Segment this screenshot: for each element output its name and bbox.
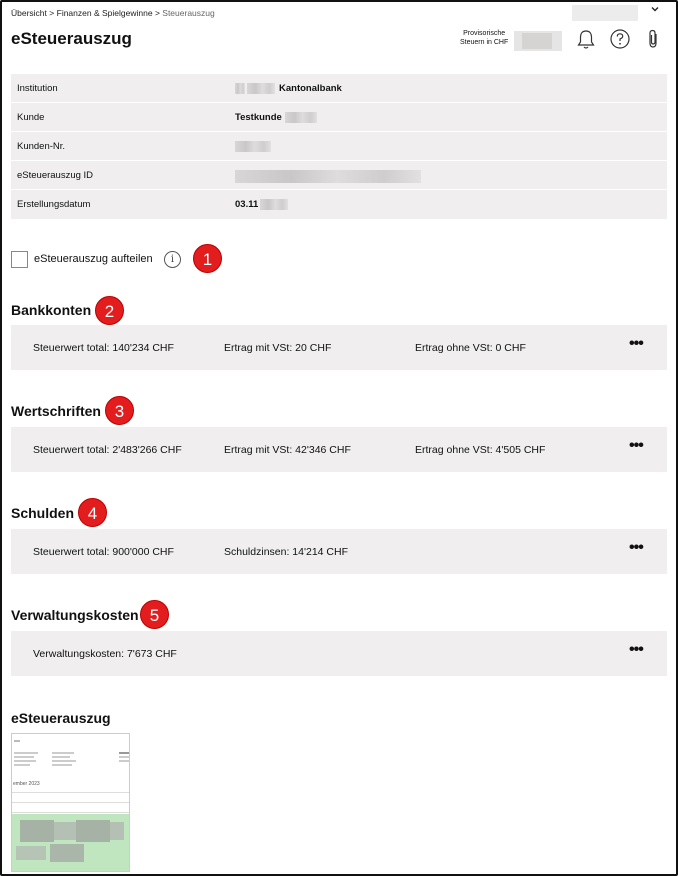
securities-income-without-wht: Ertrag ohne VSt: 4'505 CHF <box>415 444 546 456</box>
page-title: eSteuerauszug <box>11 29 132 48</box>
annotation-badge-5: 5 <box>140 600 169 629</box>
more-options-button[interactable]: ••• <box>629 335 644 353</box>
split-checkbox[interactable] <box>11 251 28 268</box>
details-value <box>235 170 421 183</box>
details-row-creation-date: Erstellungsdatum 03.11 <box>11 190 667 219</box>
document-section-title: eSteuerauszug <box>11 710 111 726</box>
debt-interest: Schuldzinsen: 14'214 CHF <box>224 546 348 558</box>
more-options-button[interactable]: ••• <box>629 437 644 455</box>
securities-income-with-wht: Ertrag mit VSt: 42'346 CHF <box>224 444 351 456</box>
institution-value: Kantonalbank <box>279 83 342 95</box>
chevron-down-icon[interactable] <box>650 4 660 17</box>
provisional-taxes-label: Provisorische Steuern in CHF <box>460 29 508 47</box>
details-row-institution: Institution Kantonalbank <box>11 74 667 103</box>
breadcrumb-separator: > <box>154 8 160 18</box>
more-options-button[interactable]: ••• <box>629 539 644 557</box>
account-dropdown[interactable] <box>572 5 638 21</box>
management-fees-value: Verwaltungskosten: 7'673 CHF <box>33 648 177 660</box>
debts-tax-value: Steuerwert total: 900'000 CHF <box>33 546 174 558</box>
annotation-badge-3: 3 <box>105 396 134 425</box>
breadcrumb-finance[interactable]: Finanzen & Spielgewinne <box>57 8 153 18</box>
details-label: Erstellungsdatum <box>17 199 91 210</box>
more-options-button[interactable]: ••• <box>629 641 644 659</box>
breadcrumb-overview[interactable]: Übersicht <box>11 8 47 18</box>
bank-accounts-summary: Steuerwert total: 140'234 CHF Ertrag mit… <box>11 325 667 370</box>
provisional-taxes-value <box>514 31 562 51</box>
details-value <box>235 141 271 152</box>
bank-income-with-wht: Ertrag mit VSt: 20 CHF <box>224 342 332 354</box>
section-title-securities: Wertschriften <box>11 403 101 419</box>
creation-date-value: 03.11 <box>235 199 259 211</box>
management-fees-summary: Verwaltungskosten: 7'673 CHF ••• <box>11 631 667 676</box>
details-label: eSteuerauszug ID <box>17 170 94 181</box>
details-row-customer-number: Kunden-Nr. <box>11 132 667 161</box>
document-thumbnail-text: ember 2023 <box>13 781 40 787</box>
bank-income-without-wht: Ertrag ohne VSt: 0 CHF <box>415 342 526 354</box>
customer-value: Testkunde <box>235 112 282 124</box>
breadcrumb-current: Steuerauszug <box>162 8 215 18</box>
details-label: Institution <box>17 83 58 94</box>
details-row-customer: Kunde Testkunde <box>11 103 667 132</box>
annotation-badge-4: 4 <box>78 498 107 527</box>
details-label: Kunden-Nr. <box>17 141 66 152</box>
details-table: Institution Kantonalbank Kunde Testkunde… <box>11 74 667 219</box>
securities-tax-value: Steuerwert total: 2'483'266 CHF <box>33 444 182 456</box>
bank-tax-value: Steuerwert total: 140'234 CHF <box>33 342 174 354</box>
prov-line2: Steuern in CHF <box>460 39 509 46</box>
breadcrumb-separator: > <box>49 8 55 18</box>
paperclip-icon[interactable] <box>642 28 664 50</box>
details-label: Kunde <box>17 112 45 123</box>
breadcrumb: Übersicht > Finanzen & Spielgewinne > St… <box>11 8 215 18</box>
bell-icon[interactable] <box>575 28 597 50</box>
debts-summary: Steuerwert total: 900'000 CHF Schuldzins… <box>11 529 667 574</box>
details-value: Testkunde <box>235 112 317 123</box>
details-value: 03.11 <box>235 199 289 211</box>
securities-summary: Steuerwert total: 2'483'266 CHF Ertrag m… <box>11 427 667 472</box>
details-row-statement-id: eSteuerauszug ID <box>11 161 667 190</box>
split-checkbox-label[interactable]: eSteuerauszug aufteilen <box>34 253 153 265</box>
details-value: Kantonalbank <box>235 83 342 94</box>
annotation-badge-1: 1 <box>193 244 222 273</box>
window: Übersicht > Finanzen & Spielgewinne > St… <box>0 0 678 876</box>
document-thumbnail[interactable]: ember 2023 <box>11 733 130 872</box>
help-icon[interactable] <box>609 28 631 50</box>
section-title-management-fees: Verwaltungskosten <box>11 607 139 623</box>
info-icon[interactable]: i <box>164 251 181 268</box>
section-title-debts: Schulden <box>11 505 75 521</box>
section-title-bank-accounts: Bankkonten <box>11 302 92 318</box>
prov-line1: Provisorische <box>463 30 506 37</box>
annotation-badge-2: 2 <box>95 296 124 325</box>
